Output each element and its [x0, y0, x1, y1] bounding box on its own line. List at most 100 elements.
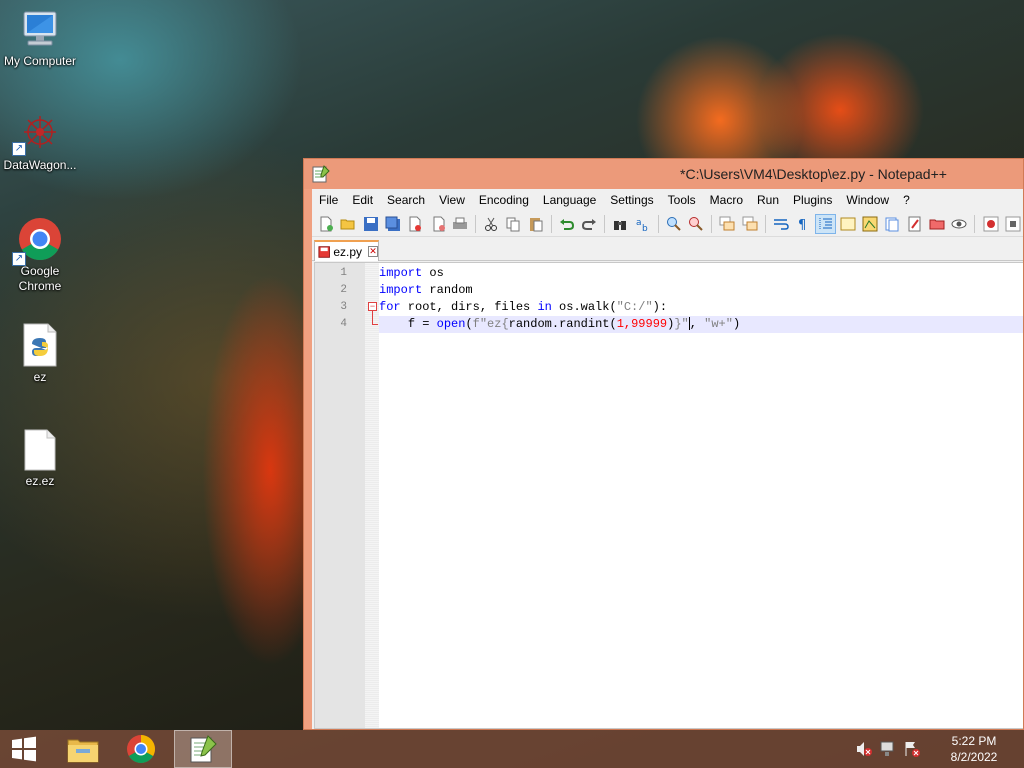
stop-macro-button[interactable] [1003, 214, 1023, 234]
line-number: 3 [340, 301, 347, 313]
print-icon [452, 217, 467, 229]
menu-search[interactable]: Search [380, 193, 432, 207]
sync-horizontal-button[interactable] [740, 214, 760, 234]
network-icon[interactable] [876, 730, 900, 768]
menu-file[interactable]: File [312, 193, 345, 207]
string-literal: f"ez{ [472, 317, 509, 331]
indent-guide-button[interactable] [815, 213, 836, 234]
monitoring-button[interactable] [949, 214, 969, 234]
code-editor[interactable]: 1 2 3 4 − import os import random for ro… [314, 262, 1023, 729]
menu-plugins[interactable]: Plugins [786, 193, 839, 207]
code-area[interactable]: import os import random for root, dirs, … [379, 263, 1023, 728]
menu-view[interactable]: View [432, 193, 472, 207]
record-macro-button[interactable] [980, 214, 1000, 234]
undo-button[interactable] [557, 214, 577, 234]
action-center-flag-icon[interactable] [900, 730, 924, 768]
code-text: ) [732, 317, 741, 331]
file-explorer-icon [67, 739, 99, 763]
sync-vertical-button[interactable] [717, 214, 737, 234]
save-all-button[interactable] [383, 214, 403, 234]
desktop-icon-label: ez.ez [25, 474, 55, 488]
new-file-button[interactable] [316, 214, 336, 234]
menu-encoding[interactable]: Encoding [472, 193, 536, 207]
sync-horizontal-icon [742, 216, 758, 230]
fold-margin [365, 263, 379, 728]
word-wrap-icon [774, 218, 789, 230]
tab-close-icon[interactable]: ✕ [368, 246, 378, 257]
string-literal: "C:/" [616, 300, 653, 314]
toolbar-separator [550, 214, 552, 233]
find-button[interactable] [610, 214, 630, 234]
title-bar[interactable]: *C:\Users\VM4\Desktop\ez.py - Notepad++ [304, 159, 1023, 189]
menu-help[interactable]: ? [896, 193, 917, 207]
save-all-icon [385, 216, 400, 231]
taskbar-file-explorer[interactable] [54, 730, 112, 768]
fold-collapse-icon[interactable]: − [368, 302, 377, 311]
function-list-button[interactable] [905, 214, 925, 234]
doc-map-button[interactable] [860, 214, 880, 234]
desktop-icon-google-chrome[interactable]: ↗ Google Chrome [0, 216, 80, 294]
cut-button[interactable] [481, 214, 501, 234]
pilcrow-icon: ¶ [798, 218, 806, 232]
desktop-icon-my-computer[interactable]: My Computer [0, 8, 80, 69]
fold-line [372, 311, 373, 324]
zoom-in-button[interactable] [664, 214, 684, 234]
window-title: *C:\Users\VM4\Desktop\ez.py - Notepad++ [680, 166, 947, 182]
print-button[interactable] [450, 214, 470, 234]
code-text: root, dirs, files [400, 300, 538, 314]
stop-icon [1005, 216, 1021, 231]
paste-button[interactable] [526, 214, 546, 234]
desktop-icon-ez-py[interactable]: ez [0, 322, 80, 385]
zoom-out-icon [689, 216, 703, 231]
toolbar-separator [474, 214, 476, 233]
menu-macro[interactable]: Macro [703, 193, 750, 207]
keyword: in [537, 300, 552, 314]
binoculars-icon [614, 220, 627, 230]
volume-muted-icon[interactable] [852, 730, 876, 768]
toolbar-separator [711, 214, 713, 233]
toolbar-separator [604, 214, 606, 233]
close-file-icon [409, 216, 422, 231]
replace-button[interactable]: ab [633, 214, 653, 234]
menu-window[interactable]: Window [839, 193, 896, 207]
close-button[interactable] [405, 214, 425, 234]
open-file-button[interactable] [338, 214, 358, 234]
show-all-chars-button[interactable]: ¶ [793, 214, 813, 234]
svg-text:b: b [642, 224, 648, 232]
notepadpp-window[interactable]: *C:\Users\VM4\Desktop\ez.py - Notepad++ … [303, 158, 1024, 730]
start-button[interactable] [0, 730, 48, 768]
replace-icon: ab [636, 218, 648, 232]
line-number: 4 [340, 318, 347, 330]
redo-button[interactable] [579, 214, 599, 234]
desktop-icon-label: ez [33, 370, 47, 384]
tab-ez-py[interactable]: ez.py ✕ [314, 240, 379, 261]
menu-run[interactable]: Run [750, 193, 786, 207]
word-wrap-button[interactable] [771, 214, 791, 234]
chrome-icon [127, 735, 155, 763]
unsaved-file-icon [318, 245, 330, 258]
taskbar: 5:22 PM 8/2/2022 [0, 730, 1024, 768]
folder-workspace-button[interactable] [927, 214, 947, 234]
taskbar-clock[interactable]: 5:22 PM 8/2/2022 [924, 733, 1024, 765]
clock-time: 5:22 PM [951, 734, 997, 748]
menu-tools[interactable]: Tools [661, 193, 703, 207]
number-literal: 1,99999 [616, 317, 668, 331]
desktop-icon-datawagon[interactable]: ↗ DataWagon... [0, 112, 80, 173]
doc-list-button[interactable] [882, 214, 902, 234]
shortcut-arrow-icon: ↗ [12, 252, 26, 266]
copy-button[interactable] [503, 214, 523, 234]
save-button[interactable] [361, 214, 381, 234]
desktop-icon-ez-ez[interactable]: ez.ez [0, 428, 80, 489]
tab-label: ez.py [333, 244, 363, 259]
close-all-button[interactable] [427, 214, 447, 234]
zoom-out-button[interactable] [686, 214, 706, 234]
indent-guide-icon [819, 217, 832, 230]
menu-language[interactable]: Language [536, 193, 603, 207]
taskbar-chrome[interactable] [112, 730, 170, 768]
menu-settings[interactable]: Settings [603, 193, 660, 207]
cut-icon [485, 217, 498, 231]
udl-button[interactable] [838, 214, 858, 234]
function-list-icon [908, 216, 921, 231]
taskbar-notepadpp[interactable] [174, 730, 232, 768]
menu-edit[interactable]: Edit [345, 193, 380, 207]
